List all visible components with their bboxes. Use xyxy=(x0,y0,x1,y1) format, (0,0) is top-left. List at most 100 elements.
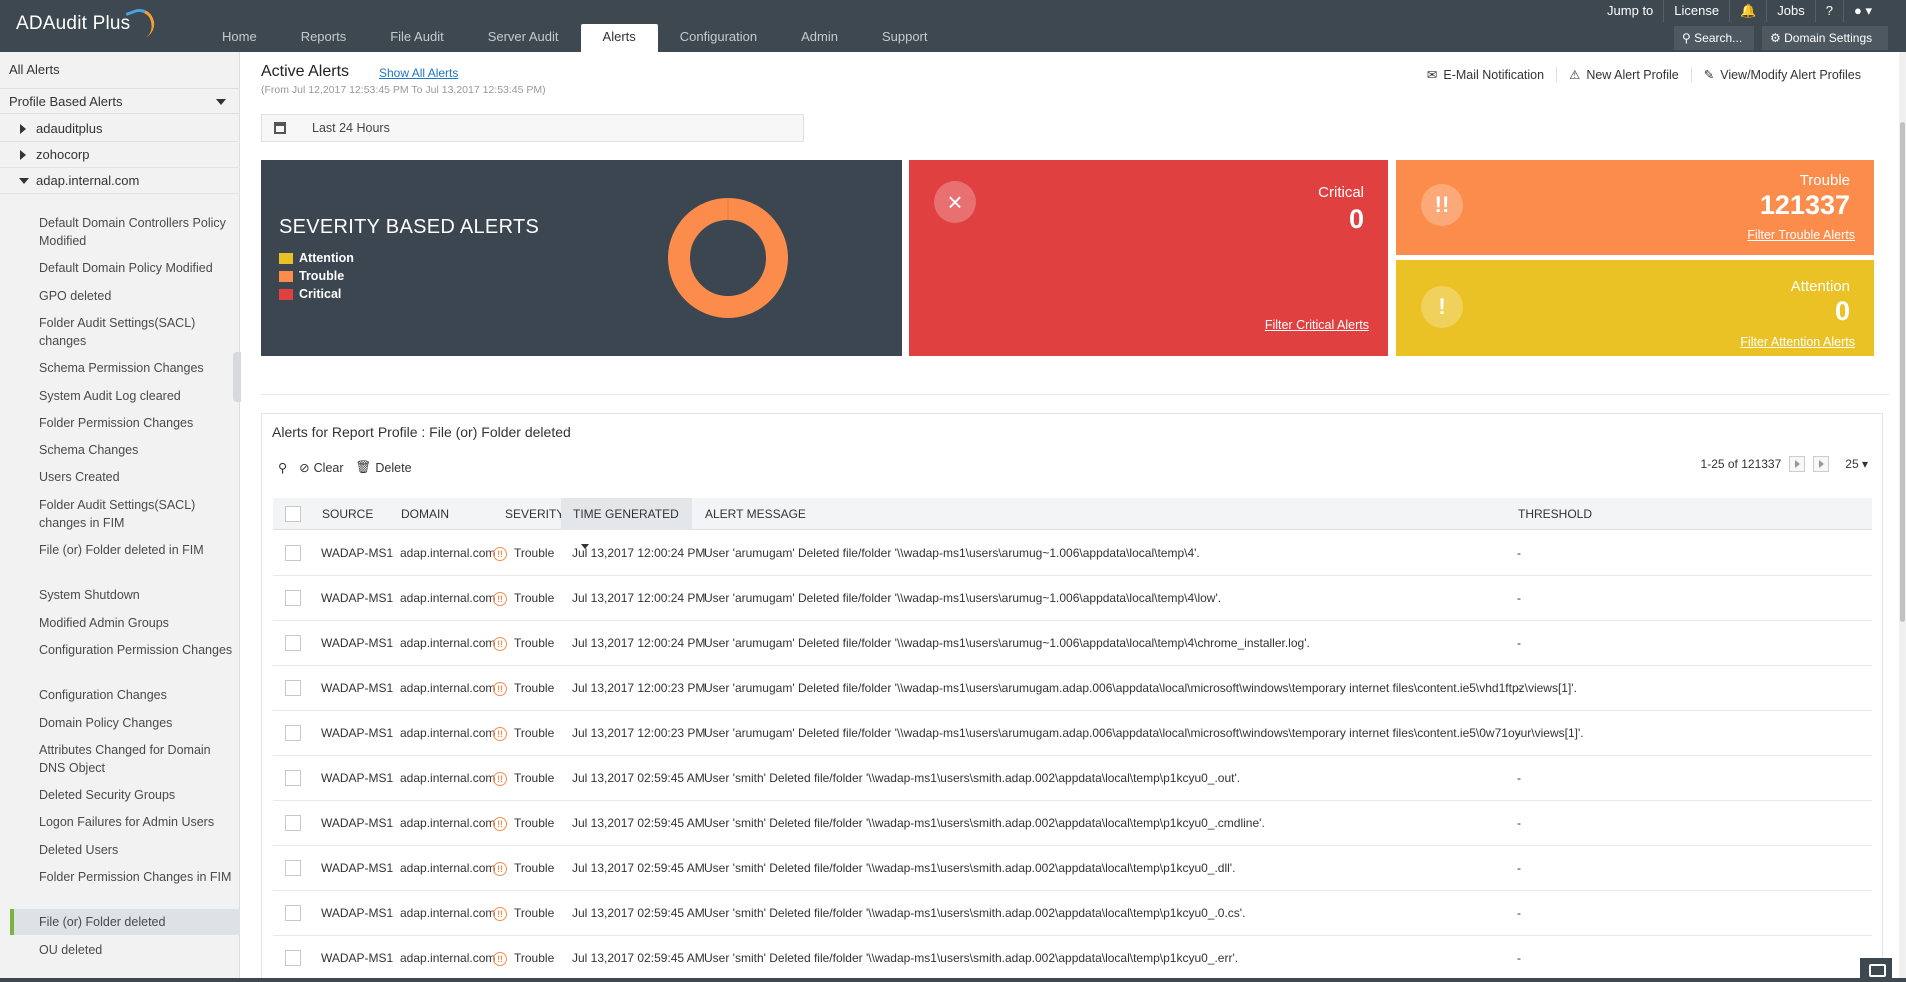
filter-attention-link[interactable]: Filter Attention Alerts xyxy=(1740,335,1855,349)
row-checkbox[interactable] xyxy=(285,635,301,651)
nav-tab-support[interactable]: Support xyxy=(860,24,950,52)
row-checkbox[interactable] xyxy=(285,545,301,561)
view-modify-profiles-link[interactable]: ✎ View/Modify Alert Profiles xyxy=(1690,67,1873,82)
cell-time: Jul 13,2017 12:00:23 PM xyxy=(572,726,706,740)
table-row[interactable]: WADAP-MS1 adap.internal.com!! Trouble Jul 1… xyxy=(273,531,1872,576)
sidebar-alert-item[interactable]: Folder Permission Changes xyxy=(10,414,240,432)
clear-button[interactable]: ⊘ Clear xyxy=(299,460,343,476)
col-threshold[interactable]: THRESHOLD xyxy=(1518,498,1592,530)
row-checkbox[interactable] xyxy=(285,680,301,696)
table-row[interactable]: WADAP-MS1 adap.internal.com!! Trouble Jul 1… xyxy=(273,936,1872,981)
sidebar-alert-item[interactable]: Users Created xyxy=(10,468,240,486)
last-page-button[interactable] xyxy=(1813,456,1830,472)
search-toggle-button[interactable]: ⚲ xyxy=(278,460,287,475)
row-checkbox[interactable] xyxy=(285,905,301,921)
col-severity[interactable]: SEVERITY xyxy=(505,498,564,530)
sidebar-alert-item[interactable]: Folder Permission Changes in FIM xyxy=(10,868,240,886)
table-row[interactable]: WADAP-MS1 adap.internal.com!! Trouble Jul 1… xyxy=(273,576,1872,621)
sidebar-alert-item[interactable]: Folder Audit Settings(SACL) changes xyxy=(10,314,240,350)
table-row[interactable]: WADAP-MS1 adap.internal.com!! Trouble Jul 1… xyxy=(273,846,1872,891)
sidebar-alert-item[interactable]: Deleted Users xyxy=(10,841,240,859)
help-icon[interactable]: ? xyxy=(1814,0,1843,22)
sidebar-alert-item[interactable]: Modified Admin Groups xyxy=(10,614,240,632)
row-checkbox[interactable] xyxy=(285,815,301,831)
legend-item-attention: Attention xyxy=(279,249,354,267)
sidebar-alert-item[interactable]: Schema Changes xyxy=(10,441,240,459)
scroll-thumb[interactable] xyxy=(1900,122,1905,622)
domain-settings-button[interactable]: ⚙ Domain Settings xyxy=(1762,26,1888,50)
email-notification-link[interactable]: ✉ E-Mail Notification xyxy=(1415,67,1556,83)
date-range-picker[interactable]: Last 24 Hours xyxy=(261,114,804,142)
sidebar-alert-item[interactable]: System Shutdown xyxy=(10,586,240,604)
page-scrollbar[interactable] xyxy=(1899,52,1906,982)
sidebar-alert-item[interactable]: Schema Permission Changes xyxy=(10,359,240,377)
sidebar-alert-item[interactable]: File (or) Folder deleted xyxy=(10,909,240,936)
jobs-link[interactable]: Jobs xyxy=(1766,0,1814,22)
next-page-button[interactable] xyxy=(1789,456,1806,472)
sidebar-profile-based-alerts[interactable]: Profile Based Alerts xyxy=(0,88,240,114)
app-logo[interactable]: ADAudit Plus xyxy=(16,13,130,35)
license-link[interactable]: License xyxy=(1663,0,1729,22)
row-checkbox[interactable] xyxy=(285,860,301,876)
trouble-card: !! Trouble 121337 Filter Trouble Alerts xyxy=(1396,160,1874,255)
sidebar-alert-item[interactable]: Folder Audit Settings(SACL) changes in F… xyxy=(10,496,240,532)
sidebar-alert-item[interactable]: Domain Policy Changes xyxy=(10,714,240,732)
nav-tab-server-audit[interactable]: Server Audit xyxy=(466,24,581,52)
chart-legend: Attention Trouble Critical xyxy=(279,249,354,303)
nav-tab-alerts[interactable]: Alerts xyxy=(580,24,658,52)
col-source[interactable]: SOURCE xyxy=(322,498,373,530)
sidebar-alert-item[interactable]: Default Domain Controllers Policy Modifi… xyxy=(10,214,240,250)
nav-tab-home[interactable]: Home xyxy=(200,24,279,52)
nav-tab-admin[interactable]: Admin xyxy=(779,24,860,52)
row-checkbox[interactable] xyxy=(285,725,301,741)
sidebar-alert-item[interactable]: System Audit Log cleared xyxy=(10,387,240,405)
filter-critical-link[interactable]: Filter Critical Alerts xyxy=(1265,318,1369,332)
row-checkbox[interactable] xyxy=(285,590,301,606)
sidebar-alert-item[interactable]: Default Domain Policy Modified xyxy=(10,259,240,277)
trouble-icon: !! xyxy=(493,951,507,966)
jump-to-link[interactable]: Jump to xyxy=(1597,0,1663,22)
col-time-generated[interactable]: TIME GENERATED xyxy=(561,498,692,550)
paging-info: 1-25 of 121337 xyxy=(1700,457,1782,471)
search-icon: ⚲ xyxy=(278,461,288,475)
sidebar-domain-adap[interactable]: adap.internal.com xyxy=(0,168,240,194)
attention-card: ! Attention 0 Filter Attention Alerts xyxy=(1396,260,1874,356)
donut-slice-trouble[interactable] xyxy=(668,198,788,318)
sidebar-alert-item[interactable]: Configuration Permission Changes xyxy=(10,641,240,659)
new-alert-profile-link[interactable]: ⚠ New Alert Profile xyxy=(1556,67,1691,82)
table-row[interactable]: WADAP-MS1 adap.internal.com!! Trouble Jul 1… xyxy=(273,711,1872,756)
page-size-select[interactable]: 25 ▾ xyxy=(1845,457,1868,471)
nav-tab-configuration[interactable]: Configuration xyxy=(658,24,779,52)
sidebar-alert-item[interactable]: Configuration Changes xyxy=(10,686,240,704)
global-search-button[interactable]: ⚲ Search... xyxy=(1674,26,1754,50)
delete-button[interactable]: 🗑 Delete xyxy=(356,460,412,475)
sidebar-alert-item[interactable]: GPO deleted xyxy=(10,287,240,305)
table-row[interactable]: WADAP-MS1 adap.internal.com!! Trouble Jul 1… xyxy=(273,891,1872,936)
sidebar-domain-zohocorp[interactable]: zohocorp xyxy=(0,142,240,168)
col-domain[interactable]: DOMAIN xyxy=(401,498,449,530)
nav-tab-reports[interactable]: Reports xyxy=(279,24,369,52)
nav-tab-file-audit[interactable]: File Audit xyxy=(368,24,465,52)
notification-bell-icon[interactable]: 🔔 xyxy=(1729,0,1766,22)
legend-swatch xyxy=(279,270,293,282)
sidebar-alert-item[interactable]: Logon Failures for Admin Users xyxy=(10,813,240,831)
table-row[interactable]: WADAP-MS1 adap.internal.com!! Trouble Jul 1… xyxy=(273,621,1872,666)
sidebar-alert-item[interactable]: File (or) Folder deleted in FIM xyxy=(10,541,240,559)
row-checkbox[interactable] xyxy=(285,950,301,966)
table-row[interactable]: WADAP-MS1 adap.internal.com!! Trouble Jul 1… xyxy=(273,666,1872,711)
sidebar-all-alerts[interactable]: All Alerts xyxy=(9,62,60,77)
sidebar-alert-item[interactable]: Deleted Security Groups xyxy=(10,786,240,804)
calendar-icon xyxy=(274,122,286,134)
sidebar-domain-adauditplus[interactable]: adauditplus xyxy=(0,116,240,142)
col-alert-message[interactable]: ALERT MESSAGE xyxy=(705,498,806,530)
row-checkbox[interactable] xyxy=(285,770,301,786)
table-row[interactable]: WADAP-MS1 adap.internal.com!! Trouble Jul 1… xyxy=(273,801,1872,846)
user-menu-icon[interactable]: ● ▾ xyxy=(1843,0,1882,22)
filter-trouble-link[interactable]: Filter Trouble Alerts xyxy=(1747,228,1855,242)
show-all-alerts-link[interactable]: Show All Alerts xyxy=(379,66,458,80)
sidebar-alert-item[interactable]: OU deleted xyxy=(10,941,240,959)
select-all-checkbox[interactable] xyxy=(285,506,301,522)
table-row[interactable]: WADAP-MS1 adap.internal.com!! Trouble Jul 1… xyxy=(273,756,1872,801)
sidebar-alert-item[interactable]: Attributes Changed for Domain DNS Object xyxy=(10,741,240,777)
next-icon xyxy=(1795,460,1801,468)
